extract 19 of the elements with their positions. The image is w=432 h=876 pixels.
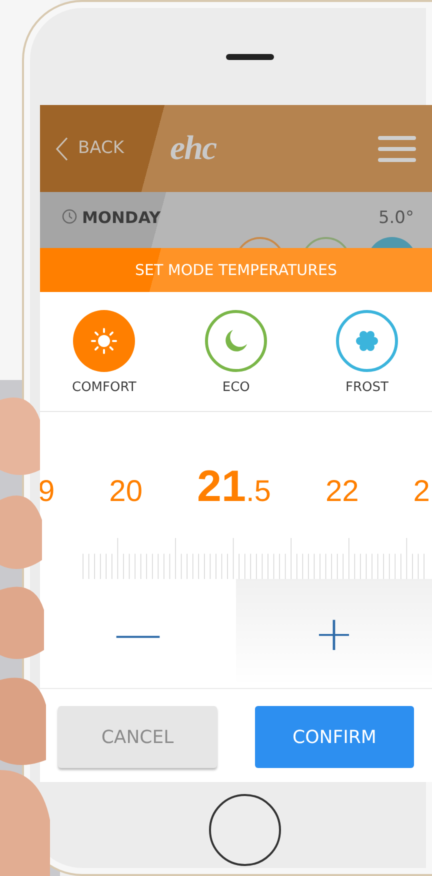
temperature-value: 21.5 [197,461,271,513]
confirm-button[interactable]: CONFIRM [255,706,414,768]
mode-bar-title: SET MODE TEMPERATURES [40,248,432,292]
mode-option[interactable]: COMFORT [72,310,136,411]
scale-number: 20 [109,474,143,510]
day-temperature: 5.0° [378,207,414,230]
day-name: MONDAY [82,207,161,229]
logo: ehc [170,129,216,169]
sun-icon [90,327,118,355]
clock-icon [62,209,77,224]
mode-option[interactable]: FROST [336,310,398,411]
scale-number: 2 [413,474,430,510]
back-link[interactable]: BACK [56,136,124,162]
cancel-button[interactable]: CANCEL [58,706,217,768]
speaker-slot [226,54,274,60]
menu-icon[interactable] [378,136,416,162]
scale-number: 22 [325,474,359,510]
mode-option[interactable]: ECO [205,310,268,411]
back-chevron-icon [56,136,68,160]
